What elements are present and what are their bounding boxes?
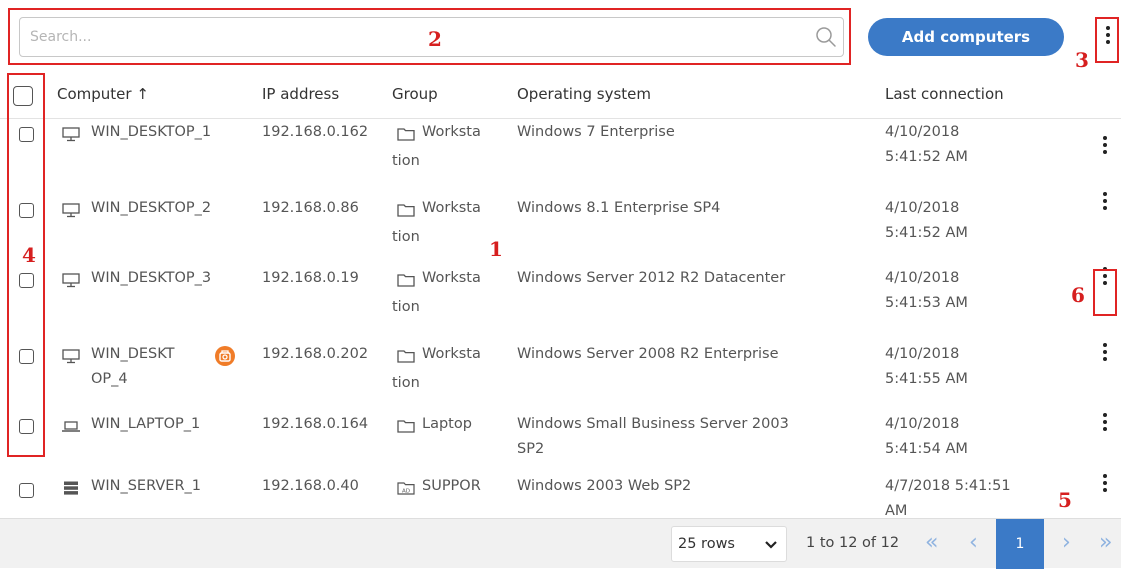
- computer-name: OP_4: [91, 371, 128, 387]
- last-connection: 5:41:54 AM: [885, 441, 968, 457]
- chevron-down-icon: [765, 541, 777, 549]
- group-name: Worksta: [422, 270, 481, 286]
- group-name: SUPPOR: [422, 478, 481, 494]
- pagination-bar: 25 rows 1 to 12 of 12 « ‹ 1 › »: [0, 518, 1121, 569]
- laptop-icon: [61, 418, 81, 434]
- previous-page-button[interactable]: ‹: [969, 531, 978, 555]
- group-name: tion: [392, 299, 420, 315]
- desktop-icon: [61, 126, 81, 142]
- folder-icon: [396, 418, 416, 434]
- row-actions-icon[interactable]: [1096, 409, 1114, 435]
- add-computers-button[interactable]: Add computers: [868, 18, 1064, 56]
- ip-address: 192.168.0.19: [262, 270, 359, 286]
- last-page-button[interactable]: »: [1099, 531, 1112, 555]
- row-checkbox[interactable]: [19, 483, 34, 498]
- server-icon: [61, 480, 81, 496]
- desktop-icon: [61, 202, 81, 218]
- svg-text:AD: AD: [402, 488, 410, 494]
- ip-address: 192.168.0.86: [262, 200, 359, 216]
- last-connection: 4/10/2018: [885, 124, 960, 140]
- isolation-badge-icon[interactable]: [214, 345, 236, 367]
- column-header-last-connection[interactable]: Last connection: [885, 80, 1004, 108]
- computer-name: WIN_DESKTOP_3: [91, 270, 212, 286]
- group-name: Worksta: [422, 200, 481, 216]
- group-name: Worksta: [422, 346, 481, 362]
- group-name: Laptop: [422, 416, 472, 432]
- row-actions-icon[interactable]: [1096, 339, 1114, 365]
- group-name: tion: [392, 229, 420, 245]
- annotation-label-2: 2: [428, 27, 442, 51]
- computer-name: WIN_DESKTOP_1: [91, 124, 212, 140]
- column-header-ip-address[interactable]: IP address: [262, 80, 339, 108]
- operating-system: Windows 7 Enterprise: [517, 124, 675, 140]
- rows-per-page-value: 25 rows: [678, 536, 735, 552]
- header-divider: [0, 118, 1121, 119]
- folder-icon: [396, 272, 416, 288]
- last-connection: 5:41:52 AM: [885, 149, 968, 165]
- annotation-label-3: 3: [1075, 48, 1089, 72]
- group-name: tion: [392, 375, 420, 391]
- next-page-button[interactable]: ›: [1062, 531, 1071, 555]
- page-range-text: 1 to 12 of 12: [806, 535, 900, 551]
- first-page-button[interactable]: «: [925, 531, 938, 555]
- last-connection: 5:41:52 AM: [885, 225, 968, 241]
- last-connection: 5:41:55 AM: [885, 371, 968, 387]
- folder-icon: [396, 348, 416, 364]
- annotation-label-5: 5: [1058, 488, 1072, 512]
- desktop-icon: [61, 348, 81, 364]
- column-header-group[interactable]: Group: [392, 80, 438, 108]
- group-name: Worksta: [422, 124, 481, 140]
- column-header-operating-system[interactable]: Operating system: [517, 80, 651, 108]
- operating-system: Windows Small Business Server 2003: [517, 416, 789, 432]
- computer-name: WIN_SERVER_1: [91, 478, 201, 494]
- annotation-label-6: 6: [1071, 283, 1085, 307]
- operating-system: SP2: [517, 441, 545, 457]
- current-page-button[interactable]: 1: [996, 519, 1044, 569]
- last-connection: 4/10/2018: [885, 346, 960, 362]
- last-connection: 4/10/2018: [885, 416, 960, 432]
- operating-system: Windows Server 2008 R2 Enterprise: [517, 346, 779, 362]
- row-actions-icon[interactable]: [1096, 188, 1114, 214]
- last-connection: 4/10/2018: [885, 270, 960, 286]
- computer-name: WIN_DESKT: [91, 346, 175, 362]
- ip-address: 192.168.0.164: [262, 416, 369, 432]
- operating-system: Windows Server 2012 R2 Datacenter: [517, 270, 786, 286]
- annotation-box-6: [1093, 269, 1117, 316]
- column-header-computer[interactable]: Computer ↑: [57, 80, 149, 108]
- group-name: tion: [392, 153, 420, 169]
- ip-address: 192.168.0.202: [262, 346, 369, 362]
- desktop-icon: [61, 272, 81, 288]
- annotation-box-3: [1095, 17, 1119, 63]
- ip-address: 192.168.0.162: [262, 124, 369, 140]
- last-connection: 5:41:53 AM: [885, 295, 968, 311]
- annotation-label-1: 1: [489, 237, 503, 261]
- row-actions-icon[interactable]: [1096, 132, 1114, 158]
- folder-icon: [396, 202, 416, 218]
- annotation-label-4: 4: [22, 243, 36, 267]
- last-connection: 4/7/2018 5:41:51: [885, 478, 1011, 494]
- operating-system: Windows 8.1 Enterprise SP4: [517, 200, 721, 216]
- folder-icon: [396, 126, 416, 142]
- computer-name: WIN_DESKTOP_2: [91, 200, 212, 216]
- operating-system: Windows 2003 Web SP2: [517, 478, 692, 494]
- computer-name: WIN_LAPTOP_1: [91, 416, 201, 432]
- row-actions-icon[interactable]: [1096, 470, 1114, 496]
- ip-address: 192.168.0.40: [262, 478, 359, 494]
- last-connection: 4/10/2018: [885, 200, 960, 216]
- active-directory-folder-icon: AD: [396, 480, 416, 496]
- rows-per-page-select[interactable]: 25 rows: [671, 526, 787, 562]
